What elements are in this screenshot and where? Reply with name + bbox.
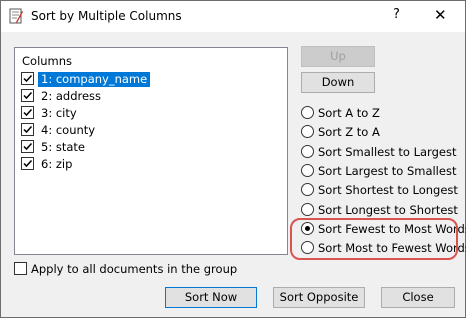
close-button[interactable]: Close <box>381 287 455 308</box>
sort-option[interactable]: Sort Shortest to Longest <box>301 181 466 199</box>
title-bar: Sort by Multiple Columns ? ✕ <box>1 1 465 32</box>
columns-list[interactable]: Columns 1: company_name 2: address 3: city… <box>14 47 288 255</box>
help-button[interactable]: ? <box>393 7 400 22</box>
close-window-button[interactable]: ✕ <box>434 6 447 24</box>
column-label: 5: state <box>41 140 85 154</box>
column-item[interactable]: 2: address <box>21 88 221 105</box>
sort-option-label: Sort Shortest to Longest <box>318 183 458 198</box>
sort-dialog: Sort by Multiple Columns ? ✕ Columns 1: … <box>0 0 466 318</box>
sort-option-label: Sort Largest to Smallest <box>318 163 457 178</box>
sort-option-label: Sort Longest to Shortest <box>318 202 458 217</box>
column-label: 1: company_name <box>38 72 151 87</box>
apply-all-checkbox[interactable]: Apply to all documents in the group <box>14 261 274 277</box>
column-label: 4: county <box>41 123 96 137</box>
sort-option-radio[interactable] <box>301 163 314 177</box>
column-item[interactable]: 1: company_name <box>21 71 221 88</box>
sort-option-label: Sort Z to A <box>318 125 380 140</box>
sort-option-radio[interactable] <box>301 106 314 119</box>
sort-option[interactable]: Sort Longest to Shortest <box>301 201 466 219</box>
column-item[interactable]: 3: city <box>21 105 221 122</box>
apply-all-checkbox-box[interactable] <box>14 262 27 275</box>
column-label: 6: zip <box>41 157 73 171</box>
column-item[interactable]: 5: state <box>21 139 221 156</box>
column-checkbox[interactable] <box>21 123 34 136</box>
sort-option[interactable]: Sort Smallest to Largest <box>301 143 466 161</box>
sort-option-radio[interactable] <box>301 125 314 139</box>
sort-option-label: Sort Smallest to Largest <box>318 144 457 159</box>
columns-header: Columns <box>22 54 73 68</box>
column-checkbox[interactable] <box>21 140 34 153</box>
sort-now-button[interactable]: Sort Now <box>165 287 257 308</box>
sort-option[interactable]: Sort Largest to Smallest <box>301 162 466 180</box>
window-title: Sort by Multiple Columns <box>31 9 182 23</box>
sort-option-radio[interactable] <box>301 202 314 216</box>
up-button[interactable]: Up <box>301 46 375 67</box>
column-item[interactable]: 4: county <box>21 122 221 139</box>
sort-option-radio[interactable] <box>301 183 314 197</box>
column-label: 3: city <box>41 106 77 120</box>
column-item[interactable]: 6: zip <box>21 156 221 173</box>
sort-option-label: Sort A to Z <box>318 106 380 120</box>
sort-option[interactable]: Sort Z to A <box>301 123 466 141</box>
sort-option-radio[interactable] <box>301 144 314 158</box>
column-label: 2: address <box>41 89 102 103</box>
column-checkbox[interactable] <box>21 72 34 85</box>
sort-option[interactable]: Sort A to Z <box>301 104 466 122</box>
app-icon <box>9 8 23 24</box>
column-checkbox[interactable] <box>21 106 34 119</box>
column-checkbox[interactable] <box>21 157 34 170</box>
sort-opposite-button[interactable]: Sort Opposite <box>273 287 365 308</box>
down-button[interactable]: Down <box>301 72 375 93</box>
highlight-annotation <box>290 218 458 260</box>
apply-all-label: Apply to all documents in the group <box>31 262 238 276</box>
column-checkbox[interactable] <box>21 89 34 102</box>
